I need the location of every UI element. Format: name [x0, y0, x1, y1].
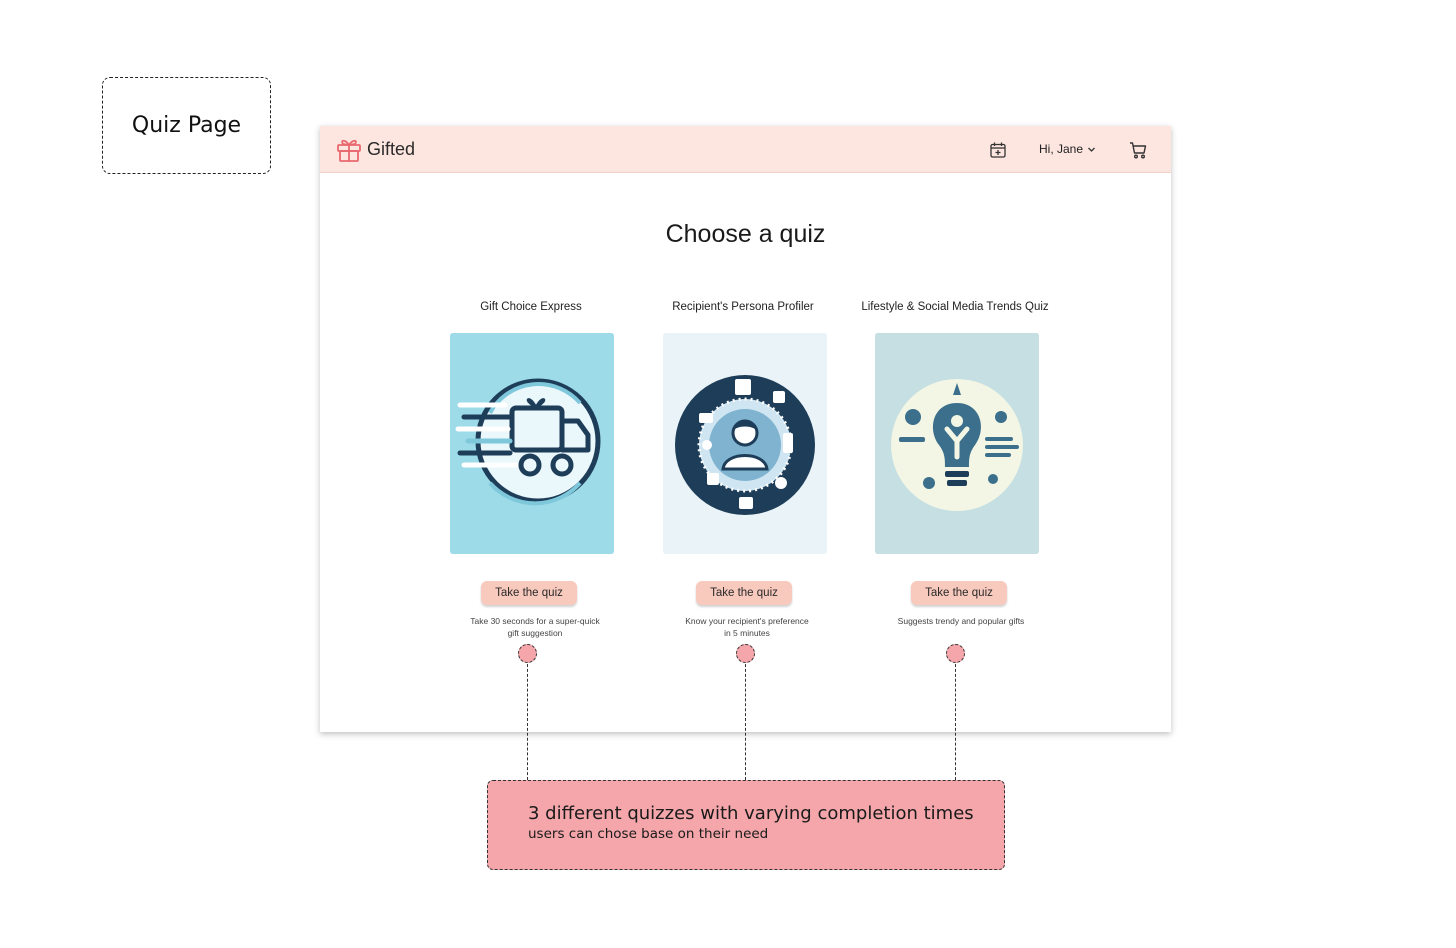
annotation-marker — [736, 644, 755, 663]
annotation-note-title: 3 different quizzes with varying complet… — [528, 803, 974, 824]
quiz-description: Suggests trendy and popular gifts — [897, 616, 1025, 626]
app-frame: Gifted Hi, Jane Choose a quiz Gift Choic… — [320, 126, 1171, 732]
take-quiz-button[interactable]: Take the quiz — [481, 581, 577, 605]
lightbulb-trends-illustration — [875, 333, 1039, 554]
annotation-connector — [745, 664, 746, 780]
quiz-description: Know your recipient's preference in 5 mi… — [685, 616, 809, 638]
annotation-marker — [518, 644, 537, 663]
quiz-card-image[interactable] — [450, 333, 614, 554]
quiz-title: Gift Choice Express — [480, 301, 582, 313]
annotation-connector — [527, 664, 528, 780]
cart-icon[interactable] — [1128, 140, 1148, 160]
page-label: Quiz Page — [102, 77, 271, 174]
quiz-description: Take 30 seconds for a super-quick gift s… — [470, 616, 600, 638]
annotation-marker — [946, 644, 965, 663]
annotation-note-subtitle: users can chose base on their need — [528, 826, 769, 842]
user-greeting: Hi, Jane — [1039, 142, 1084, 156]
annotation-connector — [955, 664, 956, 780]
brand-name: Gifted — [367, 138, 416, 159]
quiz-title: Recipient's Persona Profiler — [672, 301, 814, 313]
quiz-card-image[interactable] — [663, 333, 827, 554]
quiz-card-image[interactable] — [875, 333, 1039, 554]
quiz-title: Lifestyle & Social Media Trends Quiz — [861, 301, 1049, 313]
persona-profile-illustration — [663, 333, 827, 554]
page-title: Choose a quiz — [665, 220, 826, 248]
user-menu[interactable]: Hi, Jane — [1039, 142, 1096, 156]
brand-logo[interactable]: Gifted — [335, 135, 415, 163]
take-quiz-button[interactable]: Take the quiz — [696, 581, 792, 605]
chevron-down-icon — [1088, 147, 1095, 152]
take-quiz-button[interactable]: Take the quiz — [911, 581, 1007, 605]
navbar: Gifted Hi, Jane — [320, 126, 1171, 173]
gift-icon — [337, 139, 361, 162]
calendar-icon[interactable] — [989, 141, 1007, 159]
delivery-truck-illustration — [450, 333, 614, 554]
annotation-note: 3 different quizzes with varying complet… — [487, 780, 1005, 870]
